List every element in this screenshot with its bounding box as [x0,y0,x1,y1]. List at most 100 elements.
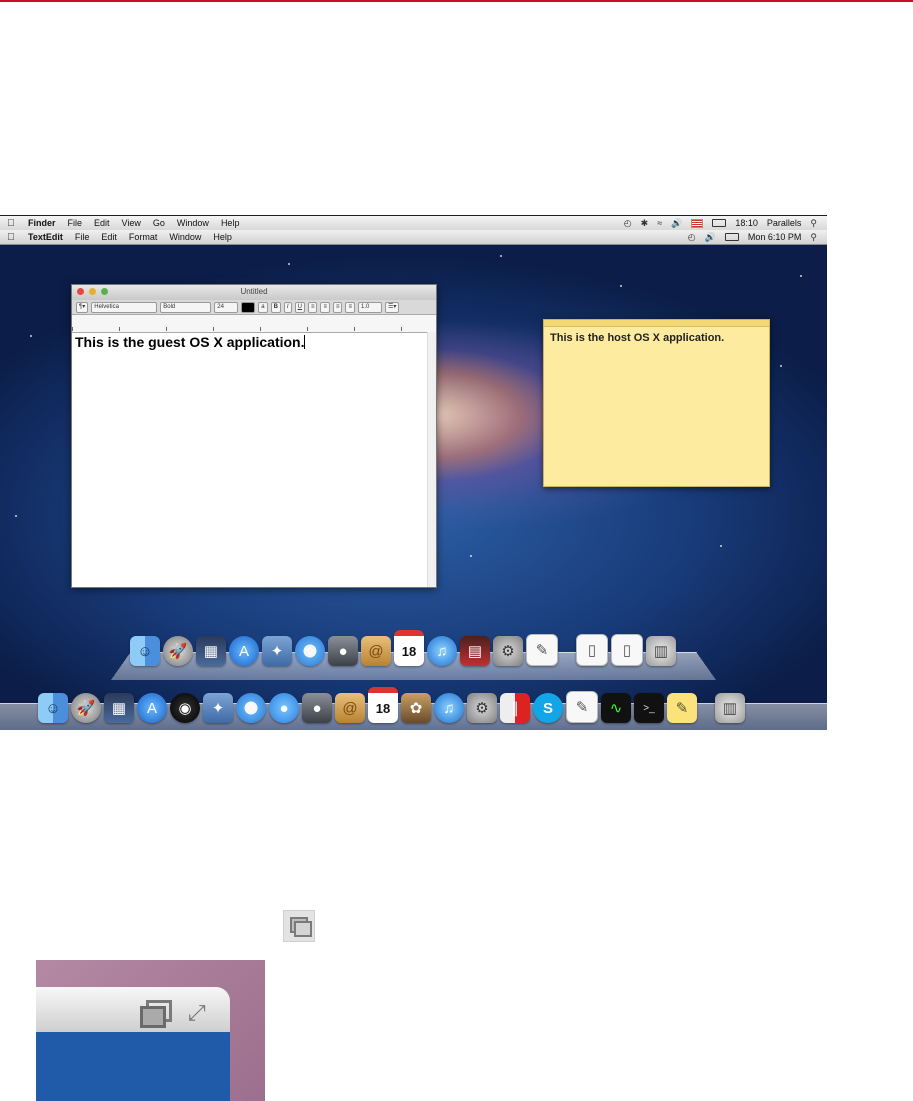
styles-popup[interactable]: ¶▾ [76,301,89,313]
list-popup[interactable]: ☰▾ [385,301,400,313]
safari-icon[interactable]: ✧ [295,636,325,666]
spotlight-icon[interactable]: ⚲ [810,218,817,229]
titlebar-detail: ⤢ [36,960,265,1101]
facetime-icon[interactable]: ● [328,636,358,666]
messages-icon[interactable]: ● [269,693,299,723]
host-preview-icon[interactable]: ✦ [203,693,233,723]
guest-clock[interactable]: Mon 6:10 PM [748,232,802,242]
itunes-icon[interactable]: ♫ [427,636,457,666]
dashboard-icon[interactable]: ◉ [170,693,200,723]
system-preferences-icon[interactable]: ⚙ [493,636,523,666]
iphoto-icon[interactable]: ✿ [401,693,431,723]
menu-window-guest[interactable]: Window [163,232,207,242]
underline-button[interactable]: U [294,301,305,313]
preview-icon[interactable]: ✦ [262,636,292,666]
menu-go[interactable]: Go [147,218,171,228]
window-mode-icon [283,910,315,942]
document-body[interactable]: This is the guest OS X application. [72,333,436,351]
app-store-icon[interactable]: A [229,636,259,666]
align-left-button[interactable]: ≡ [307,301,318,313]
ruler[interactable] [72,315,436,333]
menu-help[interactable]: Help [215,218,246,228]
justify-button[interactable]: ≡ [345,301,355,313]
stickies-icon[interactable]: ✎ [667,693,697,723]
guest-battery-icon[interactable] [724,233,739,241]
menu-help-guest[interactable]: Help [207,232,238,242]
menu-window[interactable]: Window [171,218,215,228]
host-address-book-icon[interactable]: @ [335,693,365,723]
skype-icon[interactable]: S [533,693,563,723]
text-color-well[interactable] [241,301,256,313]
parallels-icon[interactable]: ∥ [500,693,530,723]
document-text: This is the guest OS X application. [75,334,305,350]
header-rule [0,0,913,2]
font-family-popup[interactable]: Helvetica [91,301,158,313]
menu-view[interactable]: View [116,218,147,228]
align-center-button[interactable]: ≡ [320,301,330,313]
input-flag-icon[interactable] [691,218,704,228]
apple-menu-icon[interactable]:  [0,218,22,229]
menu-format[interactable]: Format [123,232,164,242]
text-caret [304,335,306,349]
host-textedit-icon[interactable]: ✎ [566,691,598,723]
host-facetime-icon[interactable]: ● [302,693,332,723]
font-size-field[interactable]: 24 [214,301,239,313]
host-trash-icon[interactable]: ▥ [715,693,745,723]
menu-textedit[interactable]: TextEdit [22,232,69,242]
highlight-color-button[interactable]: a [258,301,268,313]
bold-button[interactable]: B [270,301,281,313]
menu-file[interactable]: File [62,218,89,228]
photo-booth-icon[interactable]: ▤ [460,636,490,666]
menu-file-guest[interactable]: File [69,232,96,242]
documents-stack-icon[interactable]: ▯ [576,634,608,666]
host-calendar-icon[interactable]: 18 [368,687,398,723]
fullscreen-arrows-icon[interactable]: ⤢ [188,1000,206,1026]
host-clock[interactable]: 18:10 [735,218,758,228]
window-title: Untitled [240,287,268,296]
sticky-note[interactable]: This is the host OS X application. [543,319,770,487]
trash-icon[interactable]: ▥ [646,636,676,666]
host-user[interactable]: Parallels [767,218,802,228]
align-right-button[interactable]: ≡ [332,301,343,313]
downloads-stack-icon[interactable]: ▯ [611,634,643,666]
textedit-window: Untitled ¶▾ Helvetica Bold 24 a B I U ≡ … [71,284,437,588]
guest-time-machine-icon[interactable]: ◴ [688,232,696,243]
menu-edit[interactable]: Edit [88,218,116,228]
host-app-store-icon[interactable]: A [137,693,167,723]
detail-window-content [36,1032,230,1101]
vertical-scrollbar[interactable] [427,332,436,587]
guest-menubar:  TextEdit File Edit Format Window Help … [0,230,827,245]
italic-button[interactable]: I [283,301,292,313]
host-launchpad-icon[interactable]: 🚀 [71,693,101,723]
host-finder-icon[interactable]: ☺ [38,693,68,723]
textedit-icon[interactable]: ✎ [526,634,558,666]
format-toolbar: ¶▾ Helvetica Bold 24 a B I U ≡ ≡ ≡ ≡ 1.0… [72,300,436,315]
terminal-icon[interactable]: >_ [634,693,664,723]
time-machine-icon[interactable]: ◴ [624,218,632,229]
font-style-popup[interactable]: Bold [160,301,212,313]
activity-monitor-icon[interactable]: ∿ [601,693,631,723]
guest-apple-menu-icon[interactable]:  [0,232,22,243]
address-book-icon[interactable]: @ [361,636,391,666]
calendar-icon[interactable]: 18 [394,630,424,666]
launchpad-icon[interactable]: 🚀 [163,636,193,666]
host-safari-icon[interactable]: ✧ [236,693,266,723]
coherence-window-icon[interactable] [140,1000,172,1028]
host-itunes-icon[interactable]: ♫ [434,693,464,723]
volume-icon[interactable]: 🔊 [671,218,682,229]
finder-icon[interactable]: ☺ [130,636,160,666]
host-mission-control-icon[interactable]: ▦ [104,693,134,723]
wifi-icon[interactable]: ≈ [657,218,662,228]
bluetooth-icon[interactable]: ✱ [641,218,649,229]
mission-control-icon[interactable]: ▦ [196,636,226,666]
guest-volume-icon[interactable]: 🔊 [705,232,716,243]
menu-edit-guest[interactable]: Edit [95,232,123,242]
line-spacing-popup[interactable]: 1.0 [358,301,382,313]
menu-finder[interactable]: Finder [22,218,62,228]
window-titlebar[interactable]: Untitled [72,285,436,300]
sticky-titlebar[interactable] [544,320,769,327]
battery-icon[interactable] [712,219,727,227]
host-system-preferences-icon[interactable]: ⚙ [467,693,497,723]
sticky-text[interactable]: This is the host OS X application. [544,327,769,349]
guest-spotlight-icon[interactable]: ⚲ [810,232,817,243]
